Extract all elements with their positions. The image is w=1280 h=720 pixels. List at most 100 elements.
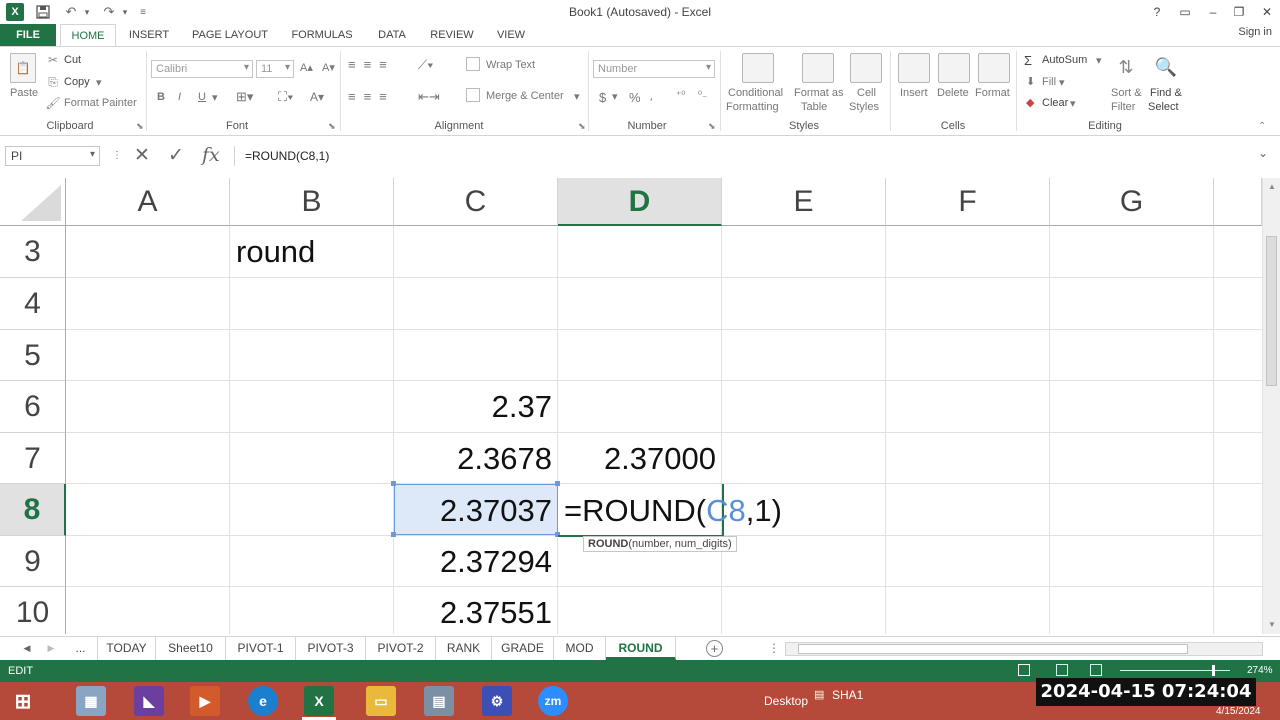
column-header-e[interactable]: E: [722, 178, 886, 226]
alignment-launcher-icon[interactable]: ⬊: [578, 121, 586, 132]
merge-center-icon[interactable]: [466, 88, 480, 102]
new-sheet-icon[interactable]: +: [706, 640, 723, 657]
cell-styles-icon[interactable]: [850, 53, 882, 83]
cell-b3[interactable]: round: [236, 234, 315, 270]
close-button[interactable]: ✕: [1254, 2, 1280, 22]
select-all-button[interactable]: [0, 178, 66, 226]
page-layout-view-icon[interactable]: [1056, 664, 1068, 676]
file-icon[interactable]: ▤: [814, 688, 824, 701]
scroll-up-icon[interactable]: ▲: [1265, 180, 1279, 192]
vertical-scroll-thumb[interactable]: [1266, 236, 1277, 386]
paste-icon[interactable]: 📋: [10, 53, 36, 83]
page-break-view-icon[interactable]: [1090, 664, 1102, 676]
underline-dropdown-icon[interactable]: ▾: [212, 91, 218, 104]
zoom-slider-thumb[interactable]: [1212, 665, 1215, 676]
sheet-tab-round[interactable]: ROUND: [606, 637, 676, 660]
horizontal-align-icons[interactable]: ≡≡≡: [348, 89, 395, 104]
function-tooltip[interactable]: ROUND(number, num_digits): [583, 536, 737, 552]
find-select-label-2[interactable]: Select: [1148, 101, 1179, 113]
windows-start-icon[interactable]: ⊞: [8, 686, 38, 716]
enter-entry-icon[interactable]: ✓: [168, 144, 184, 167]
wrap-text-button[interactable]: Wrap Text: [486, 59, 535, 71]
sheet-tab-mod[interactable]: MOD: [554, 637, 606, 660]
wrap-text-icon[interactable]: [466, 57, 480, 71]
format-as-table-icon[interactable]: [802, 53, 834, 83]
sheet-tab-more[interactable]: ...: [64, 637, 98, 660]
format-painter-icon[interactable]: 🖌: [45, 96, 60, 110]
prev-sheet-icon[interactable]: ◀: [20, 641, 34, 655]
sheet-tab-rank[interactable]: RANK: [436, 637, 492, 660]
conditional-formatting-label[interactable]: Conditional: [728, 87, 783, 99]
normal-view-icon[interactable]: [1018, 664, 1030, 676]
sheet-tab-pivot-3[interactable]: PIVOT-3: [296, 637, 366, 660]
restore-button[interactable]: ❐: [1226, 2, 1252, 22]
system-date[interactable]: 4/15/2024: [1216, 706, 1261, 717]
tab-data[interactable]: DATA: [370, 24, 414, 46]
cell-c6[interactable]: 2.37: [398, 389, 552, 425]
delete-cells-button[interactable]: Delete: [937, 87, 969, 99]
format-as-table-label-2[interactable]: Table: [801, 101, 827, 113]
cancel-entry-icon[interactable]: ✕: [134, 144, 150, 167]
formula-input[interactable]: =ROUND(C8,1): [234, 146, 1274, 166]
expand-formula-bar-icon[interactable]: ⌄: [1258, 146, 1268, 160]
tab-review[interactable]: REVIEW: [424, 24, 480, 46]
currency-dropdown-icon[interactable]: ▾: [612, 90, 618, 103]
tab-file[interactable]: FILE: [0, 24, 56, 46]
settings-icon[interactable]: ⚙: [482, 686, 512, 716]
clear-icon[interactable]: ◆: [1026, 96, 1034, 109]
formula-bar-handle-icon[interactable]: ⋮: [112, 150, 122, 161]
tab-formulas[interactable]: FORMULAS: [284, 24, 360, 46]
column-header-a[interactable]: A: [66, 178, 230, 226]
sheet-tab-grade[interactable]: GRADE: [492, 637, 554, 660]
row-header-7[interactable]: 7: [0, 433, 66, 484]
delete-cells-icon[interactable]: [938, 53, 970, 83]
grow-font-icon[interactable]: A▴: [300, 61, 313, 74]
format-cells-icon[interactable]: [978, 53, 1010, 83]
format-as-table-label[interactable]: Format as: [794, 87, 844, 99]
find-select-icon[interactable]: 🔍: [1152, 53, 1180, 81]
bold-button[interactable]: B: [157, 91, 165, 103]
zoom-level[interactable]: 274%: [1247, 665, 1273, 676]
row-header-6[interactable]: 6: [0, 381, 66, 433]
cut-icon[interactable]: ✂: [46, 53, 60, 67]
autosum-dropdown-icon[interactable]: ▾: [1096, 54, 1102, 67]
cell-c10[interactable]: 2.37551: [398, 595, 552, 631]
format-cells-button[interactable]: Format: [975, 87, 1010, 99]
next-sheet-icon[interactable]: ▶: [44, 641, 58, 655]
column-header-c[interactable]: C: [394, 178, 558, 226]
row-header-4[interactable]: 4: [0, 278, 66, 330]
ribbon-display-button[interactable]: ▭: [1172, 2, 1198, 22]
tab-split-handle-icon[interactable]: ⋮: [768, 641, 780, 655]
percent-button[interactable]: %: [629, 90, 641, 105]
sort-filter-icon[interactable]: ⇅: [1112, 53, 1140, 81]
cell-c9[interactable]: 2.37294: [398, 544, 552, 580]
sort-filter-label[interactable]: Sort &: [1111, 87, 1142, 99]
decrease-decimal-icon[interactable]: ⁰₋: [698, 90, 707, 101]
name-box[interactable]: PI: [5, 146, 100, 166]
vertical-align-icons[interactable]: ≡≡≡: [348, 57, 395, 72]
zoom-app-icon[interactable]: zm: [538, 686, 568, 716]
currency-button[interactable]: $: [599, 90, 606, 105]
shrink-font-icon[interactable]: A▾: [322, 61, 335, 74]
cell-styles-label-2[interactable]: Styles: [849, 101, 879, 113]
row-header-8[interactable]: 8: [0, 484, 66, 536]
fill-dropdown-icon[interactable]: ▾: [1059, 76, 1065, 89]
conditional-formatting-label-2[interactable]: Formatting: [726, 101, 779, 113]
copy-icon[interactable]: ⎘: [46, 75, 60, 89]
clear-button[interactable]: Clear: [1042, 97, 1068, 109]
vertical-scrollbar[interactable]: ▲ ▼: [1262, 178, 1280, 634]
row-header-9[interactable]: 9: [0, 536, 66, 587]
copy-button[interactable]: Copy: [64, 76, 90, 88]
borders-icon[interactable]: ⊞▾: [236, 89, 253, 105]
autosum-button[interactable]: AutoSum: [1042, 54, 1087, 66]
desktop-toolbar-label[interactable]: Desktop: [764, 694, 808, 708]
number-format-select[interactable]: Number: [593, 60, 715, 78]
insert-function-icon[interactable]: fx: [202, 144, 220, 166]
tab-insert[interactable]: INSERT: [122, 24, 176, 46]
collapse-ribbon-icon[interactable]: ⌃: [1258, 121, 1266, 132]
cell-d7[interactable]: 2.37000: [562, 441, 716, 477]
selection-handle[interactable]: [391, 532, 396, 537]
edge-browser-icon[interactable]: e: [248, 686, 278, 716]
horizontal-scrollbar[interactable]: [785, 642, 1263, 656]
indent-icons[interactable]: ⇤⇥: [418, 89, 440, 105]
